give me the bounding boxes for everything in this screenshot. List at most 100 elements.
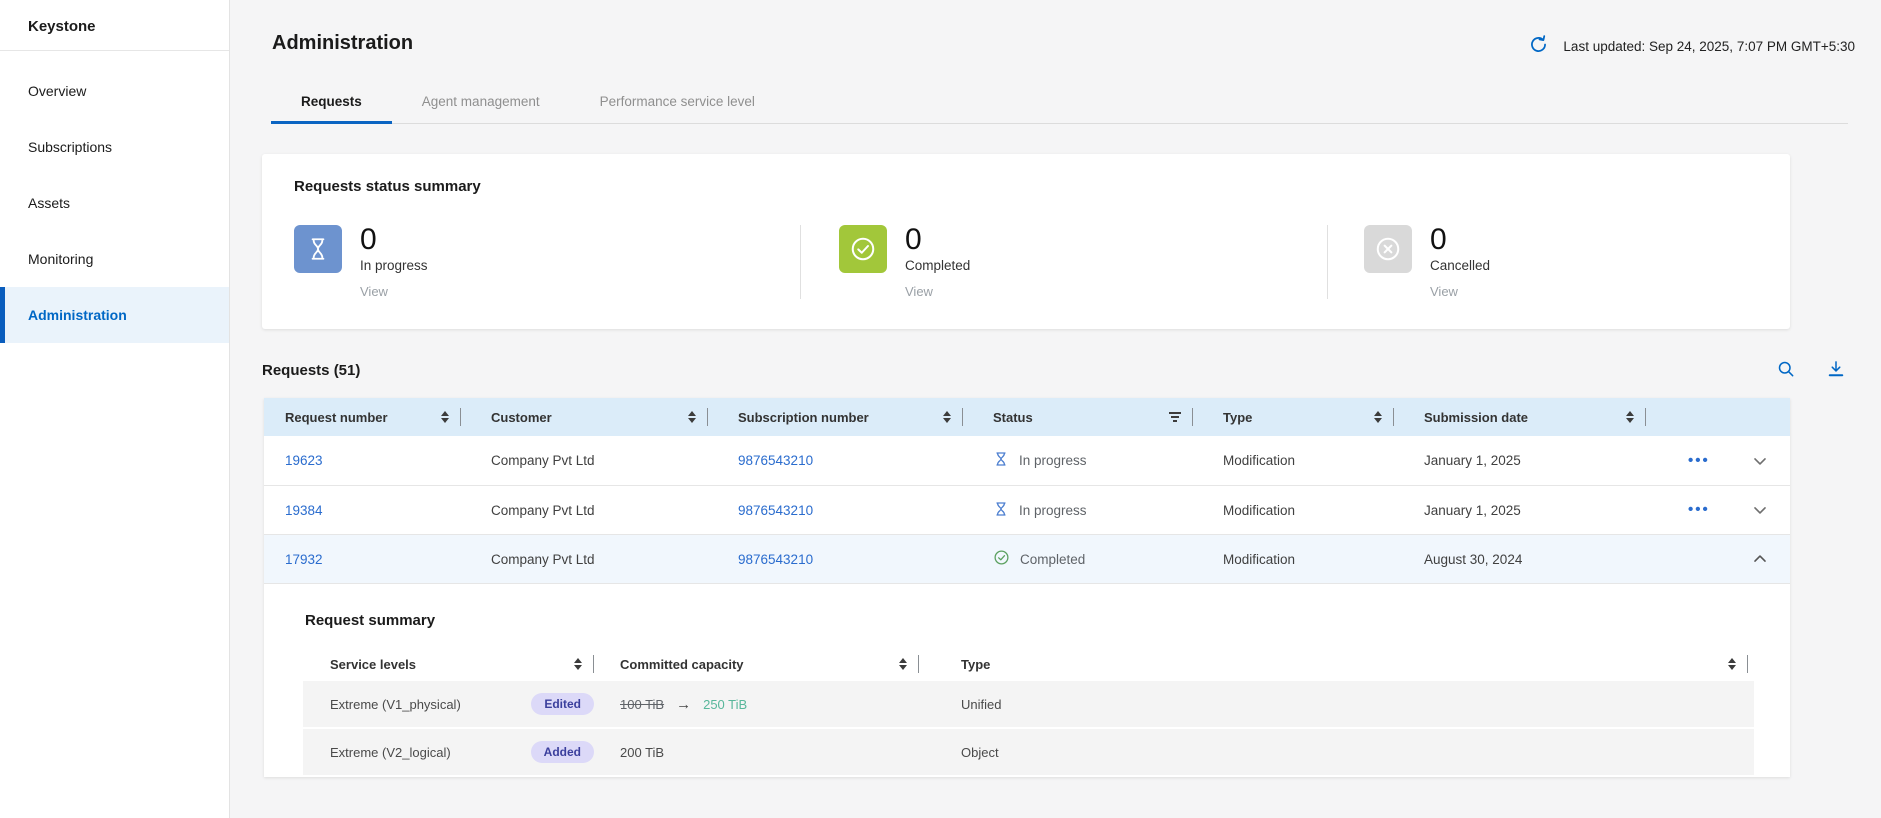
main-content: Administration Last updated: Sep 24, 202… — [230, 0, 1881, 818]
submission-date-cell: August 30, 2024 — [1400, 552, 1652, 567]
requests-header: Requests (51) — [262, 359, 1848, 382]
sidebar-divider — [0, 50, 229, 51]
chevron-up-icon[interactable] — [1750, 549, 1770, 569]
column-header-customer[interactable]: Customer — [467, 398, 714, 436]
request-number-link[interactable]: 19623 — [285, 453, 323, 468]
column-separator — [918, 655, 919, 673]
column-header-type[interactable]: Type — [1199, 398, 1400, 436]
column-header-submission-date[interactable]: Submission date — [1400, 398, 1652, 436]
check-circle-icon — [839, 225, 887, 273]
capacity-cell: 200 TiB — [600, 745, 925, 760]
column-header-subscription-number[interactable]: Subscription number — [714, 398, 969, 436]
edited-badge: Edited — [531, 693, 594, 715]
subscription-number-link[interactable]: 9876543210 — [738, 552, 813, 567]
service-level-name: Extreme (V2_logical) — [330, 745, 507, 760]
customer-cell: Company Pvt Ltd — [467, 503, 714, 518]
sidebar-item-assets[interactable]: Assets — [0, 175, 229, 231]
column-separator — [593, 655, 594, 673]
status-text: In progress — [1019, 503, 1087, 518]
download-button[interactable] — [1826, 359, 1846, 382]
tab-bar: Requests Agent management Performance se… — [271, 82, 1848, 124]
column-header-summary-type[interactable]: Type — [925, 655, 1754, 673]
app-brand: Keystone — [0, 0, 229, 50]
column-separator — [460, 408, 461, 426]
status-tile-in-progress: 0 In progress View — [294, 225, 800, 299]
subscription-number-link[interactable]: 9876543210 — [738, 503, 813, 518]
completed-view-link[interactable]: View — [905, 284, 933, 299]
status-text: In progress — [1019, 453, 1087, 468]
sidebar: Keystone Overview Subscriptions Assets M… — [0, 0, 230, 818]
download-icon — [1826, 359, 1846, 382]
tab-requests[interactable]: Requests — [271, 82, 392, 123]
sidebar-item-subscriptions[interactable]: Subscriptions — [0, 119, 229, 175]
column-header-status[interactable]: Status — [969, 398, 1199, 436]
request-summary-header: Service levels Committed capacity Type — [303, 647, 1754, 681]
status-tiles: 0 In progress View 0 Completed View — [294, 225, 1758, 299]
search-button[interactable] — [1776, 359, 1796, 382]
cancelled-count: 0 — [1430, 225, 1490, 255]
type-cell: Modification — [1199, 503, 1400, 518]
chevron-down-icon[interactable] — [1750, 500, 1770, 520]
sort-icon[interactable] — [897, 656, 909, 672]
sort-icon[interactable] — [686, 409, 698, 425]
status-tile-completed: 0 Completed View — [800, 225, 1327, 299]
table-row: 19623 Company Pvt Ltd 9876543210 In prog… — [264, 436, 1790, 485]
last-updated: Last updated: Sep 24, 2025, 7:07 PM GMT+… — [1528, 34, 1855, 58]
column-separator — [1645, 408, 1646, 426]
requests-title: Requests (51) — [262, 362, 360, 379]
submission-date-cell: January 1, 2025 — [1400, 453, 1652, 468]
completed-count: 0 — [905, 225, 970, 255]
cancel-circle-icon — [1364, 225, 1412, 273]
page-header: Administration Last updated: Sep 24, 202… — [230, 0, 1881, 58]
sort-icon[interactable] — [1372, 409, 1384, 425]
table-row: 19384 Company Pvt Ltd 9876543210 In prog… — [264, 485, 1790, 534]
summary-type-cell: Object — [925, 745, 1754, 760]
search-icon — [1776, 359, 1796, 382]
sidebar-item-administration[interactable]: Administration — [0, 287, 229, 343]
cancelled-label: Cancelled — [1430, 258, 1490, 273]
request-number-link[interactable]: 17932 — [285, 552, 323, 567]
tab-agent-management[interactable]: Agent management — [392, 82, 570, 123]
summary-type-cell: Unified — [925, 697, 1754, 712]
new-capacity: 250 TiB — [703, 697, 747, 712]
type-cell: Modification — [1199, 552, 1400, 567]
column-header-service-levels[interactable]: Service levels — [303, 655, 600, 673]
arrow-right-icon: → — [676, 696, 691, 713]
more-options-icon[interactable]: ••• — [1688, 456, 1710, 466]
requests-table-header: Request number Customer Subscription num… — [264, 398, 1790, 436]
table-row-expanded: 17932 Company Pvt Ltd 9876543210 Complet… — [264, 534, 1790, 583]
hourglass-icon — [294, 225, 342, 273]
customer-cell: Company Pvt Ltd — [467, 453, 714, 468]
old-capacity: 100 TiB — [620, 697, 664, 712]
more-options-icon[interactable]: ••• — [1688, 505, 1710, 515]
sidebar-item-monitoring[interactable]: Monitoring — [0, 231, 229, 287]
column-header-actions — [1652, 398, 1790, 436]
completed-label: Completed — [905, 258, 970, 273]
sort-icon[interactable] — [1624, 409, 1636, 425]
request-summary-title: Request summary — [305, 612, 1754, 629]
sort-icon[interactable] — [1726, 656, 1738, 672]
cancelled-view-link[interactable]: View — [1430, 284, 1458, 299]
in-progress-view-link[interactable]: View — [360, 284, 388, 299]
status-text: Completed — [1020, 552, 1085, 567]
column-header-request-number[interactable]: Request number — [264, 398, 467, 436]
column-header-committed-capacity[interactable]: Committed capacity — [600, 655, 925, 673]
column-separator — [1393, 408, 1394, 426]
page-title: Administration — [272, 32, 413, 55]
sidebar-item-label: Monitoring — [28, 251, 93, 267]
requests-table: Request number Customer Subscription num… — [264, 398, 1790, 777]
sidebar-item-overview[interactable]: Overview — [0, 63, 229, 119]
sort-icon[interactable] — [572, 656, 584, 672]
in-progress-count: 0 — [360, 225, 428, 255]
in-progress-label: In progress — [360, 258, 428, 273]
tab-performance-service-level[interactable]: Performance service level — [570, 82, 785, 123]
completed-icon — [993, 549, 1010, 569]
filter-icon[interactable] — [1167, 410, 1183, 424]
chevron-down-icon[interactable] — [1750, 451, 1770, 471]
sort-icon[interactable] — [941, 409, 953, 425]
request-number-link[interactable]: 19384 — [285, 503, 323, 518]
sort-icon[interactable] — [439, 409, 451, 425]
subscription-number-link[interactable]: 9876543210 — [738, 453, 813, 468]
requests-actions — [1776, 359, 1848, 382]
refresh-button[interactable] — [1528, 34, 1549, 58]
